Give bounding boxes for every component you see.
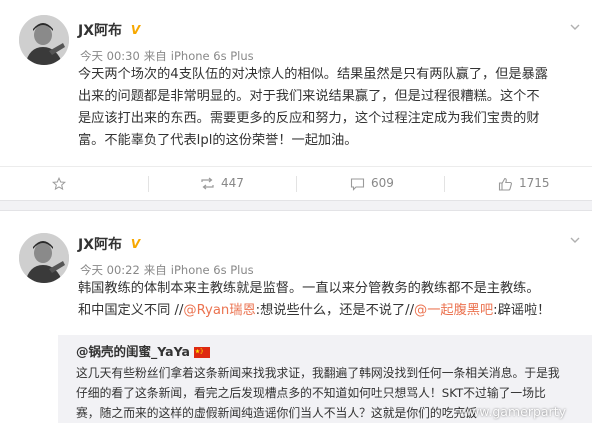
comment-icon bbox=[350, 177, 365, 191]
divider bbox=[296, 176, 297, 192]
divider bbox=[148, 176, 149, 192]
post-source[interactable]: iPhone 6s Plus bbox=[171, 263, 254, 277]
avatar[interactable] bbox=[19, 233, 69, 283]
watermark: www.gamerparty bbox=[458, 404, 566, 419]
repost-count: 447 bbox=[221, 176, 244, 190]
post-separator bbox=[0, 200, 592, 211]
post-text: 今天两个场次的4支队伍的对决惊人的相似。结果虽然是只有两队赢了，但是暴露 出来的… bbox=[78, 64, 583, 152]
post-action-bar: 447 609 1715 bbox=[0, 166, 592, 200]
thumbs-up-icon bbox=[498, 177, 513, 191]
verified-badge-icon: V bbox=[130, 237, 141, 251]
comment-button[interactable]: 609 bbox=[350, 167, 394, 200]
post-text-line: 出来的问题都是非常明显的。对于我们来说结果赢了，但是过程很糟糕。这个不 bbox=[78, 89, 540, 104]
star-icon bbox=[52, 176, 66, 191]
post-text-line: 今天两个场次的4支队伍的对决惊人的相似。结果虽然是只有两队赢了，但是暴露 bbox=[78, 67, 548, 82]
china-flag-icon bbox=[193, 345, 210, 363]
avatar[interactable] bbox=[19, 15, 69, 65]
divider bbox=[444, 176, 445, 192]
comment-count: 609 bbox=[371, 176, 394, 190]
text-fragment: :想说些什么，还是不说了// bbox=[255, 303, 415, 318]
repost-author[interactable]: @锅壳的闺蜜_YaYa bbox=[76, 344, 190, 359]
post-source[interactable]: iPhone 6s Plus bbox=[171, 49, 254, 63]
repost-text-line: 这几天有些粉丝们拿着这条新闻来找我求证，我翻遍了韩网没找到任何一条相关消息。于是… bbox=[76, 366, 560, 380]
post-text: 韩国教练的体制本来主教练就是监督。一直以来分管教务的教练都不是主教练。 和中国定… bbox=[78, 278, 583, 322]
chevron-down-icon[interactable] bbox=[568, 20, 582, 34]
like-button[interactable]: 1715 bbox=[498, 167, 550, 200]
weibo-post: JX阿布 V 今天 00:22 来自 iPhone 6s Plus 韩国教练的体制本… bbox=[0, 211, 592, 423]
favorite-button[interactable] bbox=[52, 167, 72, 200]
post-time[interactable]: 今天 00:22 bbox=[80, 263, 140, 277]
source-prefix: 来自 bbox=[143, 263, 167, 277]
author-name[interactable]: JX阿布 bbox=[78, 22, 122, 40]
repost-text-line: 仔细的看了这条新闻，看完之后发现槽点多的不知道如何吐只想骂人！SKT不过输了一场… bbox=[76, 386, 546, 400]
mention-link[interactable]: @一起腹黑吧 bbox=[414, 303, 493, 318]
source-prefix: 来自 bbox=[143, 49, 167, 63]
author-name[interactable]: JX阿布 bbox=[78, 236, 122, 254]
like-count: 1715 bbox=[519, 176, 550, 190]
post-meta: 今天 00:22 来自 iPhone 6s Plus bbox=[80, 263, 258, 277]
repost-button[interactable]: 447 bbox=[200, 167, 244, 200]
verified-badge-icon: V bbox=[130, 23, 141, 37]
weibo-post: JX阿布 V 今天 00:30 来自 iPhone 6s Plus 今天两个场次的4… bbox=[0, 0, 592, 200]
mention-link[interactable]: @Ryan瑞恩 bbox=[183, 303, 255, 318]
post-text-line: 和中国定义不同 //@Ryan瑞恩:想说些什么，还是不说了//@一起腹黑吧:辟谣… bbox=[78, 300, 583, 322]
post-time[interactable]: 今天 00:30 bbox=[80, 49, 140, 63]
text-fragment: :辟谣啦！ bbox=[493, 303, 551, 318]
reposted-content[interactable]: @锅壳的闺蜜_YaYa 这几天有些粉丝们拿着这条新闻来找我求证，我翻遍了韩网没找… bbox=[58, 335, 592, 423]
post-meta: 今天 00:30 来自 iPhone 6s Plus bbox=[80, 49, 258, 63]
text-fragment: 和中国定义不同 // bbox=[78, 303, 184, 318]
post-text-line: 富。不能辜负了代表lpl的这份荣誉！一起加油。 bbox=[78, 133, 358, 148]
post-text-line: 是应该打出来的东西。需要更多的反应和努力，这个过程注定成为我们宝贵的财 bbox=[78, 111, 540, 126]
repost-author-row: @锅壳的闺蜜_YaYa bbox=[76, 343, 210, 363]
repost-icon bbox=[200, 177, 215, 190]
chevron-down-icon[interactable] bbox=[568, 233, 582, 247]
post-text-line: 韩国教练的体制本来主教练就是监督。一直以来分管教务的教练都不是主教练。 bbox=[78, 281, 540, 296]
